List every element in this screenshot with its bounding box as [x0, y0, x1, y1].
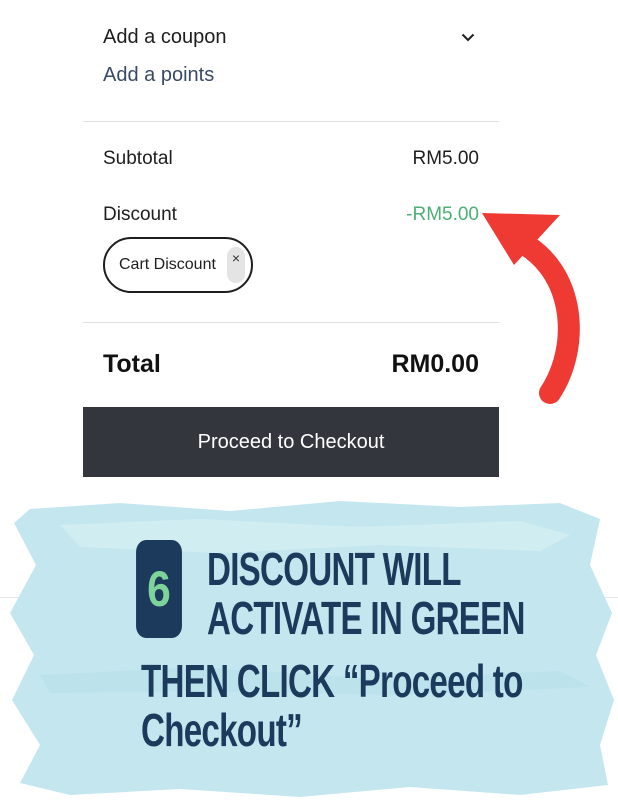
- discount-label: Discount: [103, 204, 177, 225]
- divider: [83, 121, 499, 122]
- add-points-link[interactable]: Add a points: [103, 64, 214, 87]
- step-number-badge: 6: [136, 540, 182, 638]
- coupon-toggle[interactable]: Add a coupon: [103, 24, 479, 50]
- chevron-down-icon[interactable]: [457, 26, 479, 48]
- caption-line-2: ACTIVATE IN GREEN: [207, 592, 525, 644]
- subtotal-value: RM5.00: [412, 148, 479, 169]
- divider: [83, 322, 499, 323]
- caption-line-4: Checkout”: [141, 704, 303, 756]
- discount-value: -RM5.00: [406, 204, 479, 225]
- brush-stroke-background: [10, 501, 614, 797]
- total-label: Total: [103, 350, 161, 378]
- subtotal-label: Subtotal: [103, 148, 173, 169]
- caption-line-1: DISCOUNT WILL: [207, 543, 461, 595]
- curved-arrow-icon: [482, 213, 580, 404]
- caption-line-3: THEN CLICK “Proceed to: [141, 655, 523, 707]
- total-value: RM0.00: [391, 350, 479, 378]
- coupon-label: Add a coupon: [103, 25, 227, 48]
- proceed-to-checkout-button[interactable]: Proceed to Checkout: [83, 407, 499, 477]
- remove-discount-button[interactable]: ×: [227, 247, 245, 283]
- chip-label: Cart Discount: [119, 256, 216, 273]
- cart-discount-chip: Cart Discount ×: [103, 237, 253, 293]
